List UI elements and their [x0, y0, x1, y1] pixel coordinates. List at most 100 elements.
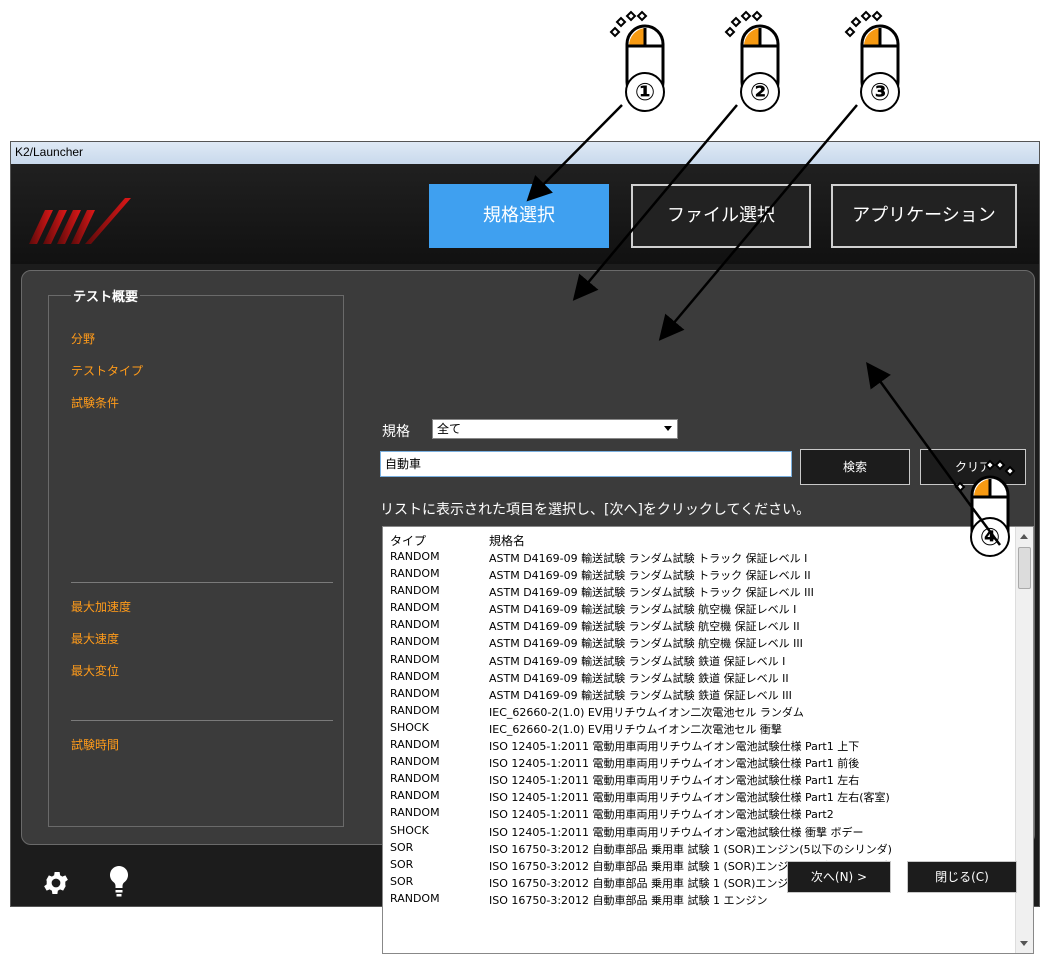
- summary-test-conditions: 試験条件: [71, 396, 120, 410]
- row-standard-name: ISO 16750-3:2012 自動車部品 乗用車 試験 1 (SOR)エンジ…: [489, 842, 892, 856]
- row-type: RANDOM: [390, 686, 440, 700]
- row-standard-name: ISO 12405-1:2011 電動用車両用リチウムイオン電池試験仕様 Par…: [489, 757, 860, 771]
- row-standard-name: ISO 12405-1:2011 電動用車両用リチウムイオン電池試験仕様 Par…: [489, 808, 834, 822]
- standard-selected-value: 全て: [437, 422, 462, 436]
- row-type: RANDOM: [390, 755, 440, 769]
- row-standard-name: IEC_62660-2(1.0) EV用リチウムイオン二次電池セル ランダム: [489, 705, 804, 719]
- next-button[interactable]: 次へ(N) >: [787, 861, 891, 893]
- table-row[interactable]: RANDOM ISO 12405-1:2011 電動用車両用リチウムイオン電池試験…: [383, 788, 1013, 805]
- row-standard-name: ASTM D4169-09 輸送試験 ランダム試験 鉄道 保証レベル III: [489, 688, 792, 702]
- callout-number: ①: [625, 72, 665, 112]
- callout-3: ③: [840, 10, 920, 120]
- standard-label: 規格: [382, 424, 410, 440]
- chevron-down-icon[interactable]: [664, 426, 672, 431]
- summary-title: テスト概要: [71, 286, 141, 305]
- tab-file-select[interactable]: ファイル選択: [631, 184, 811, 248]
- list-rows: RANDOM ASTM D4169-09 輸送試験 ランダム試験 トラック 保証レ…: [383, 549, 1013, 908]
- row-standard-name: ASTM D4169-09 輸送試験 ランダム試験 トラック 保証レベル III: [489, 586, 814, 600]
- table-row[interactable]: RANDOM ISO 12405-1:2011 電動用車両用リチウムイオン電池試験…: [383, 771, 1013, 788]
- table-row[interactable]: RANDOM ASTM D4169-09 輸送試験 ランダム試験 鉄道 保証レベル…: [383, 652, 1013, 669]
- row-standard-name: ASTM D4169-09 輸送試験 ランダム試験 鉄道 保証レベル I: [489, 654, 786, 668]
- summary-max-displacement: 最大変位: [71, 664, 120, 678]
- row-standard-name: IEC_62660-2(1.0) EV用リチウムイオン二次電池セル 衝撃: [489, 722, 782, 736]
- row-standard-name: ISO 12405-1:2011 電動用車両用リチウムイオン電池試験仕様 Par…: [489, 774, 860, 788]
- title-bar: K2/Launcher: [11, 142, 1039, 165]
- table-row[interactable]: SHOCK IEC_62660-2(1.0) EV用リチウムイオン二次電池セル 衝…: [383, 720, 1013, 737]
- table-row[interactable]: RANDOM ASTM D4169-09 輸送試験 ランダム試験 航空機 保証レベ…: [383, 600, 1013, 617]
- main-panel: テスト概要 分野 テストタイプ 試験条件 最大加速度 最大速度 最大変位 試験時…: [21, 270, 1035, 954]
- row-type: RANDOM: [390, 806, 440, 820]
- row-standard-name: ASTM D4169-09 輸送試験 ランダム試験 鉄道 保証レベル II: [489, 671, 789, 685]
- list-header: タイプ 規格名: [383, 527, 1013, 549]
- scrollbar[interactable]: [1015, 527, 1033, 953]
- divider: [71, 720, 333, 721]
- row-standard-name: ISO 16750-3:2012 自動車部品 乗用車 試験 1 エンジン: [489, 893, 768, 907]
- table-row[interactable]: RANDOM ASTM D4169-09 輸送試験 ランダム試験 トラック 保証レ…: [383, 583, 1013, 600]
- summary-max-acceleration: 最大加速度: [71, 600, 132, 614]
- row-type: RANDOM: [390, 738, 440, 752]
- instruction-text: リストに表示された項目を選択し、[次へ]をクリックしてください。: [380, 502, 811, 518]
- table-row[interactable]: RANDOM ISO 12405-1:2011 電動用車両用リチウムイオン電池試験…: [383, 754, 1013, 771]
- table-row[interactable]: RANDOM ISO 12405-1:2011 電動用車両用リチウムイオン電池試験…: [383, 737, 1013, 754]
- search-input[interactable]: 自動車: [380, 451, 792, 477]
- summary-field: 分野: [71, 332, 96, 346]
- test-summary-group: テスト概要 分野 テストタイプ 試験条件 最大加速度 最大速度 最大変位 試験時…: [48, 286, 344, 827]
- table-row[interactable]: RANDOM ASTM D4169-09 輸送試験 ランダム試験 トラック 保証レ…: [383, 549, 1013, 566]
- row-type: RANDOM: [390, 618, 440, 632]
- table-row[interactable]: RANDOM IEC_62660-2(1.0) EV用リチウムイオン二次電池セル …: [383, 703, 1013, 720]
- row-type: RANDOM: [390, 652, 440, 666]
- row-standard-name: ISO 12405-1:2011 電動用車両用リチウムイオン電池試験仕様 衝撃 …: [489, 825, 864, 839]
- window-title: K2/Launcher: [15, 145, 84, 159]
- callout-1: ①: [605, 10, 685, 120]
- callout-number: ②: [740, 72, 780, 112]
- row-type: RANDOM: [390, 891, 440, 905]
- row-standard-name: ASTM D4169-09 輸送試験 ランダム試験 航空機 保証レベル III: [489, 637, 803, 651]
- row-type: RANDOM: [390, 550, 440, 563]
- row-type: RANDOM: [390, 601, 440, 615]
- row-type: RANDOM: [390, 635, 440, 649]
- close-button[interactable]: 閉じる(C): [907, 861, 1017, 893]
- table-row[interactable]: RANDOM ASTM D4169-09 輸送試験 ランダム試験 トラック 保証レ…: [383, 566, 1013, 583]
- tab-standard-select[interactable]: 規格選択: [429, 184, 609, 248]
- row-type: SHOCK: [390, 823, 429, 837]
- row-standard-name: ASTM D4169-09 輸送試験 ランダム試験 航空機 保証レベル I: [489, 603, 797, 617]
- row-type: SHOCK: [390, 720, 429, 734]
- callout-number: ④: [970, 517, 1010, 557]
- gear-icon[interactable]: [41, 868, 71, 898]
- table-row[interactable]: SOR ISO 16750-3:2012 自動車部品 乗用車 試験 1 (SOR)…: [383, 840, 1013, 857]
- company-logo: [29, 198, 131, 244]
- table-row[interactable]: RANDOM ASTM D4169-09 輸送試験 ランダム試験 鉄道 保証レベル…: [383, 669, 1013, 686]
- row-type: RANDOM: [390, 772, 440, 786]
- summary-test-time: 試験時間: [71, 738, 120, 752]
- scroll-down-icon[interactable]: [1020, 941, 1028, 946]
- row-type: SOR: [390, 874, 414, 888]
- row-type: SOR: [390, 840, 414, 854]
- row-type: RANDOM: [390, 789, 440, 803]
- table-row[interactable]: RANDOM ISO 12405-1:2011 電動用車両用リチウムイオン電池試験…: [383, 805, 1013, 822]
- table-row[interactable]: RANDOM ASTM D4169-09 輸送試験 ランダム試験 航空機 保証レベ…: [383, 634, 1013, 651]
- callout-number: ③: [860, 72, 900, 112]
- row-standard-name: ISO 12405-1:2011 電動用車両用リチウムイオン電池試験仕様 Par…: [489, 791, 890, 805]
- tab-application[interactable]: アプリケーション: [831, 184, 1017, 248]
- summary-test-type: テストタイプ: [71, 364, 144, 378]
- standard-dropdown[interactable]: 全て: [432, 419, 678, 439]
- row-standard-name: ASTM D4169-09 輸送試験 ランダム試験 トラック 保証レベル I: [489, 552, 808, 565]
- lightbulb-icon[interactable]: [107, 864, 131, 900]
- row-type: RANDOM: [390, 703, 440, 717]
- summary-max-velocity: 最大速度: [71, 632, 120, 646]
- row-type: RANDOM: [390, 584, 440, 598]
- column-type[interactable]: タイプ: [390, 532, 426, 549]
- row-standard-name: ISO 12405-1:2011 電動用車両用リチウムイオン電池試験仕様 Par…: [489, 740, 860, 754]
- callout-2: ②: [720, 10, 800, 120]
- row-standard-name: ASTM D4169-09 輸送試験 ランダム試験 トラック 保証レベル II: [489, 569, 811, 583]
- row-standard-name: ASTM D4169-09 輸送試験 ランダム試験 航空機 保証レベル II: [489, 620, 800, 634]
- launcher-window: K2/Launcher 規格選択 ファイル選択 アプリケーション テスト概要 分…: [10, 141, 1040, 954]
- row-type: RANDOM: [390, 567, 440, 581]
- table-row[interactable]: RANDOM ISO 16750-3:2012 自動車部品 乗用車 試験 1 エン…: [383, 891, 1013, 908]
- table-row[interactable]: SHOCK ISO 12405-1:2011 電動用車両用リチウムイオン電池試験仕…: [383, 823, 1013, 840]
- search-button[interactable]: 検索: [800, 449, 910, 485]
- row-type: SOR: [390, 857, 414, 871]
- table-row[interactable]: RANDOM ASTM D4169-09 輸送試験 ランダム試験 航空機 保証レベ…: [383, 617, 1013, 634]
- table-row[interactable]: RANDOM ASTM D4169-09 輸送試験 ランダム試験 鉄道 保証レベル…: [383, 686, 1013, 703]
- column-standard-name[interactable]: 規格名: [489, 532, 525, 549]
